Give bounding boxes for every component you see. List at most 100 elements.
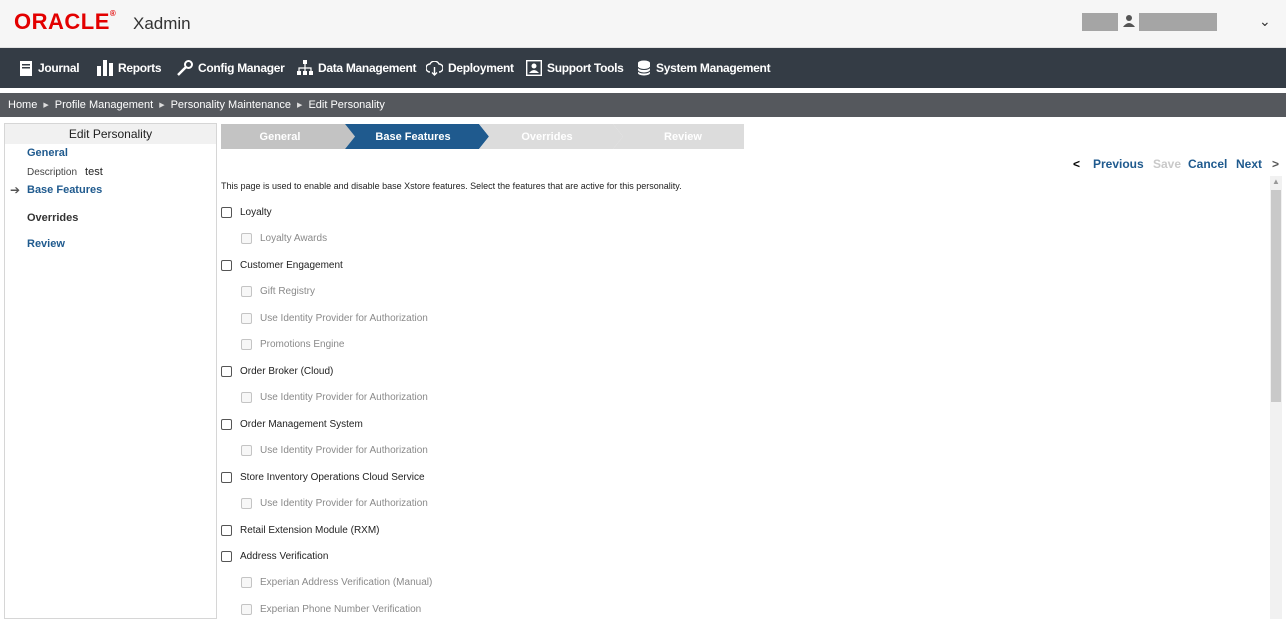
feature-checkbox[interactable] <box>221 551 232 562</box>
nav-support-tools-label: Support Tools <box>547 61 624 75</box>
description-row: Description test <box>27 166 103 178</box>
save-button: Save <box>1153 157 1182 171</box>
wizard-link-overrides[interactable]: Overrides <box>27 212 78 224</box>
nav-data-management-label: Data Management <box>318 61 417 75</box>
breadcrumb-separator-icon: ▶ <box>297 102 303 109</box>
feature-item: Use Identity Provider for Authorization <box>241 445 428 456</box>
step-general[interactable]: General <box>221 124 339 149</box>
user-icon[interactable] <box>1123 14 1135 28</box>
nav-support-tools[interactable]: Support Tools <box>526 48 624 88</box>
panel-title: Edit Personality <box>5 124 216 144</box>
step-review[interactable]: Review <box>619 124 747 149</box>
wrench-icon <box>177 60 193 76</box>
breadcrumb-separator-icon: ▶ <box>43 102 49 109</box>
nav-reports-label: Reports <box>118 61 162 75</box>
feature-item: Gift Registry <box>241 286 315 297</box>
oracle-logo: ORACLE® <box>14 9 117 34</box>
feature-item[interactable]: Retail Extension Module (RXM) <box>221 525 380 536</box>
wizard-nav-panel: Edit Personality General Description test… <box>4 123 217 619</box>
nav-config-manager[interactable]: Config Manager <box>177 48 285 88</box>
feature-label: Gift Registry <box>260 286 316 297</box>
hierarchy-icon <box>297 60 313 75</box>
feature-item[interactable]: Customer Engagement <box>221 260 343 271</box>
feature-checkbox <box>241 445 252 456</box>
feature-item[interactable]: Order Management System <box>221 419 363 430</box>
feature-checkbox[interactable] <box>221 525 232 536</box>
next-chevron-icon[interactable]: > <box>1272 157 1279 171</box>
feature-checkbox <box>241 604 252 615</box>
feature-item: Loyalty Awards <box>241 233 327 244</box>
user-name-redacted[interactable] <box>1082 13 1118 31</box>
user-info-redacted[interactable] <box>1139 13 1217 31</box>
next-button[interactable]: Next <box>1236 157 1262 171</box>
feature-label: Customer Engagement <box>240 260 343 271</box>
step-base-features[interactable]: Base Features <box>351 124 475 149</box>
feature-label: Order Broker (Cloud) <box>240 366 334 377</box>
feature-label: Address Verification <box>240 551 329 562</box>
feature-item: Experian Address Verification (Manual) <box>241 577 432 588</box>
app-name: Xadmin <box>133 14 191 33</box>
feature-label: Loyalty <box>240 207 272 218</box>
feature-checkbox <box>241 339 252 350</box>
description-value: test <box>85 166 103 178</box>
feature-checkbox <box>241 392 252 403</box>
breadcrumb-personality-maintenance[interactable]: Personality Maintenance <box>171 99 291 111</box>
feature-label: Loyalty Awards <box>260 233 328 244</box>
feature-checkbox <box>241 498 252 509</box>
breadcrumb-home[interactable]: Home <box>8 99 37 111</box>
feature-checkbox[interactable] <box>221 260 232 271</box>
previous-chevron-icon[interactable]: < <box>1073 157 1080 171</box>
feature-checkbox[interactable] <box>221 472 232 483</box>
feature-item[interactable]: Loyalty <box>221 207 272 218</box>
nav-journal-label: Journal <box>38 61 80 75</box>
feature-item[interactable]: Store Inventory Operations Cloud Service <box>221 472 425 483</box>
feature-label: Store Inventory Operations Cloud Service <box>240 472 425 483</box>
breadcrumb: Home ▶ Profile Management ▶ Personality … <box>0 93 1286 117</box>
description-label: Description <box>27 167 78 178</box>
nav-journal[interactable]: Journal <box>19 48 80 88</box>
breadcrumb-separator-icon: ▶ <box>159 102 165 109</box>
scroll-up-arrow-icon[interactable]: ▲ <box>1272 177 1280 186</box>
feature-item: Use Identity Provider for Authorization <box>241 392 428 403</box>
feature-label: Order Management System <box>240 419 363 430</box>
nav-config-manager-label: Config Manager <box>198 61 285 75</box>
previous-button[interactable]: Previous <box>1093 157 1144 171</box>
feature-checkbox[interactable] <box>221 207 232 218</box>
user-menu-chevron-icon[interactable]: ⌄ <box>1259 13 1271 30</box>
main-nav: Journal Reports Config Manager Data Mana… <box>0 48 1286 88</box>
feature-label: Experian Phone Number Verification <box>260 604 422 615</box>
feature-item: Use Identity Provider for Authorization <box>241 313 428 324</box>
feature-label: Promotions Engine <box>260 339 345 350</box>
nav-deployment[interactable]: Deployment <box>426 48 514 88</box>
feature-checkbox <box>241 233 252 244</box>
journal-icon <box>20 60 32 76</box>
feature-label: Use Identity Provider for Authorization <box>260 445 428 456</box>
feature-label: Experian Address Verification (Manual) <box>260 577 433 588</box>
feature-item[interactable]: Order Broker (Cloud) <box>221 366 333 377</box>
nav-data-management[interactable]: Data Management <box>297 48 417 88</box>
feature-checkbox[interactable] <box>221 366 232 377</box>
wizard-link-general[interactable]: General <box>27 147 68 159</box>
feature-checkbox <box>241 286 252 297</box>
reports-icon <box>97 60 113 76</box>
breadcrumb-profile-management[interactable]: Profile Management <box>55 99 153 111</box>
database-icon <box>637 60 651 76</box>
cancel-button[interactable]: Cancel <box>1188 157 1227 171</box>
feature-checkbox[interactable] <box>221 419 232 430</box>
scrollbar-thumb[interactable] <box>1271 190 1281 402</box>
page-description: This page is used to enable and disable … <box>221 181 682 191</box>
wizard-link-review[interactable]: Review <box>27 238 65 250</box>
feature-item[interactable]: Address Verification <box>221 551 328 562</box>
support-icon <box>526 60 542 76</box>
feature-item: Use Identity Provider for Authorization <box>241 498 428 509</box>
nav-reports[interactable]: Reports <box>97 48 162 88</box>
nav-deployment-label: Deployment <box>448 61 514 75</box>
breadcrumb-edit-personality: Edit Personality <box>308 99 385 111</box>
feature-label: Use Identity Provider for Authorization <box>260 498 428 509</box>
nav-system-management[interactable]: System Management <box>637 48 771 88</box>
nav-system-management-label: System Management <box>656 61 771 75</box>
wizard-link-base-features[interactable]: Base Features <box>27 184 102 196</box>
step-overrides[interactable]: Overrides <box>485 124 609 149</box>
cloud-download-icon <box>426 60 443 76</box>
feature-label: Retail Extension Module (RXM) <box>240 525 380 536</box>
